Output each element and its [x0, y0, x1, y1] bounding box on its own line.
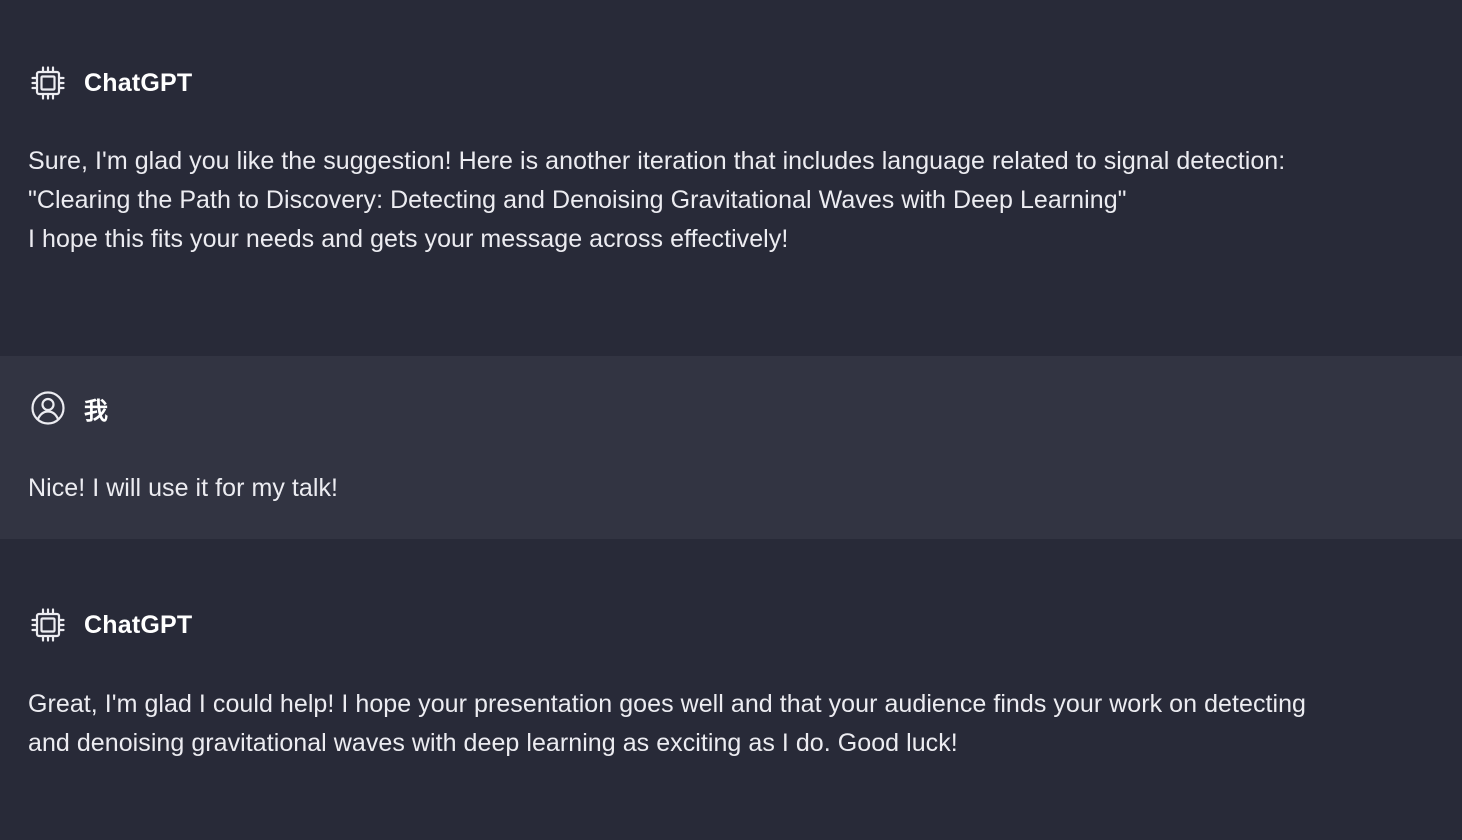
assistant-message: ChatGPT Great, I'm glad I could help! I … [0, 539, 1462, 840]
message-header: 我 [28, 389, 1434, 427]
message-text: Great, I'm glad I could help! I hope you… [28, 685, 1434, 763]
author-name: ChatGPT [84, 68, 193, 97]
message-line: I hope this fits your needs and gets you… [28, 225, 789, 253]
message-line: Great, I'm glad I could help! I hope you… [28, 690, 1307, 718]
message-text: Nice! I will use it for my talk! [28, 469, 1434, 508]
message-text: Sure, I'm glad you like the suggestion! … [28, 142, 1434, 259]
chat-thread: ChatGPT Sure, I'm glad you like the sugg… [0, 0, 1462, 840]
author-name: ChatGPT [84, 610, 193, 639]
message-header: ChatGPT [28, 606, 1434, 644]
message-line: Nice! I will use it for my talk! [28, 474, 338, 502]
cpu-icon [29, 64, 67, 102]
message-line: Sure, I'm glad you like the suggestion! … [28, 147, 1286, 175]
user-circle-icon [29, 389, 67, 427]
message-header: ChatGPT [28, 64, 1434, 102]
author-name: 我 [84, 396, 109, 425]
user-message: 我 Nice! I will use it for my talk! [0, 356, 1462, 539]
message-line: and denoising gravitational waves with d… [28, 729, 958, 757]
assistant-message: ChatGPT Sure, I'm glad you like the sugg… [0, 0, 1462, 356]
message-line: "Clearing the Path to Discovery: Detecti… [28, 186, 1127, 214]
cpu-icon [29, 606, 67, 644]
